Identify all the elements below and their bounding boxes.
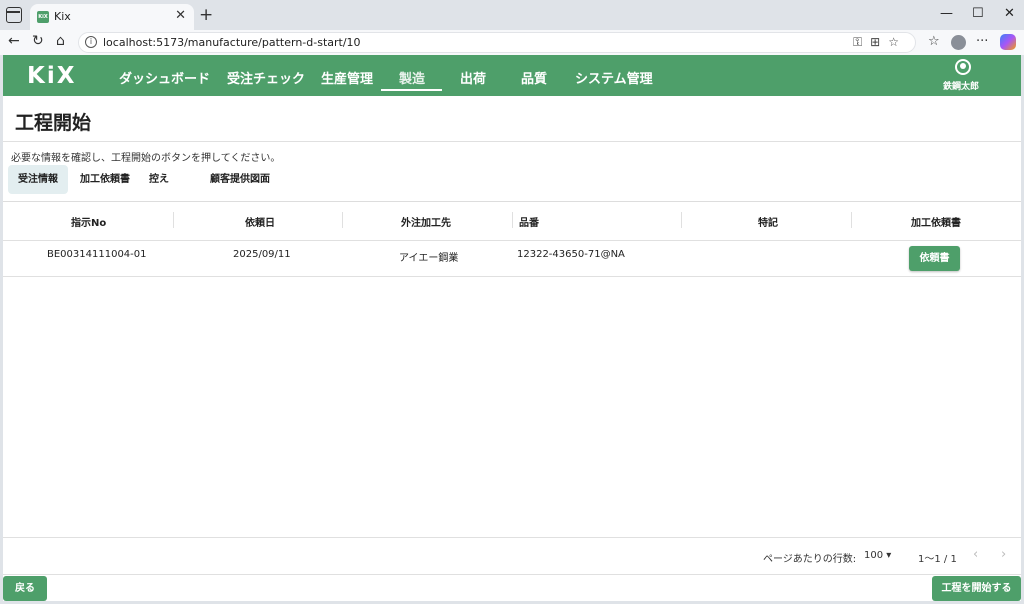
- column-separator: [512, 212, 513, 228]
- cell-part-no: 12322-43650-71@NA: [517, 249, 625, 260]
- column-header-note[interactable]: 特記: [758, 214, 778, 229]
- column-separator: [851, 212, 852, 228]
- browser-tabstrip: KiX Kix ✕ + — ☐ ✕: [0, 0, 1024, 30]
- tab-customer-drawings[interactable]: 顧客提供図面: [200, 165, 280, 194]
- minimize-icon[interactable]: —: [940, 6, 953, 21]
- tab-processing-request[interactable]: 加工依頼書: [70, 165, 140, 194]
- nav-dashboard[interactable]: ダッシュボード: [119, 68, 210, 87]
- rows-per-page-value: 100: [864, 550, 884, 561]
- row-divider: [3, 276, 1021, 277]
- app-window: KiX ダッシュボード 受注チェック 生産管理 製造 出荷 品質 システム管理 …: [3, 55, 1021, 601]
- header-divider: [3, 240, 1021, 241]
- column-header-vendor[interactable]: 外注加工先: [401, 214, 451, 229]
- column-separator: [342, 212, 343, 228]
- pagination: ページあたりの行数: 100 ▾ 1〜1 / 1 ‹ ›: [3, 537, 1021, 574]
- url-field[interactable]: i localhost:5173/manufacture/pattern-d-s…: [78, 32, 916, 53]
- page-title: 工程開始: [15, 112, 92, 134]
- tab-title: Kix: [54, 10, 71, 23]
- copilot-icon[interactable]: [1000, 34, 1016, 50]
- site-info-icon[interactable]: i: [85, 36, 97, 48]
- address-bar: ← ↻ ⌂ i localhost:5173/manufacture/patte…: [0, 30, 1024, 55]
- nav-production-management[interactable]: 生産管理: [321, 68, 373, 87]
- rows-per-page-select[interactable]: 100 ▾: [864, 550, 891, 561]
- back-arrow-icon[interactable]: ←: [8, 33, 20, 49]
- favorites-icon[interactable]: ☆: [928, 34, 940, 49]
- column-separator: [681, 212, 682, 228]
- user-account-icon[interactable]: [955, 59, 971, 75]
- browser-tab[interactable]: KiX Kix ✕: [30, 4, 194, 30]
- tab-actions-icon[interactable]: [6, 7, 22, 23]
- page-range: 1〜1 / 1: [918, 554, 957, 565]
- rows-per-page-label: ページあたりの行数:: [763, 554, 857, 565]
- tab-copy[interactable]: 控え: [139, 165, 179, 194]
- column-header-processing-request[interactable]: 加工依頼書: [911, 214, 961, 229]
- nav-manufacturing[interactable]: 製造: [399, 68, 425, 87]
- profile-avatar[interactable]: [951, 35, 966, 50]
- column-header-instruction-no[interactable]: 指示No: [71, 214, 106, 229]
- next-page-icon[interactable]: ›: [1001, 547, 1006, 562]
- nav-system-management[interactable]: システム管理: [575, 68, 653, 87]
- order-table: 指示No 依頼日 外注加工先 品番 特記 加工依頼書 BE00314111004…: [3, 201, 1021, 574]
- kix-logo[interactable]: KiX: [27, 63, 76, 89]
- title-divider: [3, 141, 1021, 142]
- kix-favicon-icon: KiX: [37, 11, 49, 23]
- nav-shipping[interactable]: 出荷: [460, 68, 486, 87]
- tab-close-icon[interactable]: ✕: [175, 8, 186, 23]
- cell-instruction-no: BE00314111004-01: [47, 249, 147, 260]
- column-header-part-no[interactable]: 品番: [519, 214, 539, 229]
- column-separator: [173, 212, 174, 228]
- nav-active-indicator: [381, 89, 442, 91]
- cell-request-date: 2025/09/11: [233, 249, 291, 260]
- nav-order-check[interactable]: 受注チェック: [227, 68, 305, 87]
- app-header: KiX ダッシュボード 受注チェック 生産管理 製造 出荷 品質 システム管理 …: [3, 55, 1021, 96]
- previous-page-icon[interactable]: ‹: [973, 547, 978, 562]
- home-icon[interactable]: ⌂: [56, 33, 65, 49]
- instruction-text: 必要な情報を確認し、工程開始のボタンを押してください。: [11, 153, 281, 164]
- url-text: localhost:5173/manufacture/pattern-d-sta…: [103, 36, 361, 49]
- cell-vendor: アイエー鋼業: [399, 253, 459, 264]
- tab-order-info[interactable]: 受注情報: [8, 165, 68, 194]
- request-document-button[interactable]: 依頼書: [909, 246, 960, 271]
- dropdown-arrow-icon: ▾: [886, 550, 892, 561]
- start-process-button[interactable]: 工程を開始する: [932, 576, 1021, 601]
- nav-quality[interactable]: 品質: [521, 68, 547, 87]
- footer-bar: 戻る 工程を開始する: [3, 574, 1021, 601]
- column-header-request-date[interactable]: 依頼日: [245, 214, 275, 229]
- more-menu-icon[interactable]: ···: [976, 34, 988, 49]
- maximize-icon[interactable]: ☐: [972, 6, 984, 21]
- user-name[interactable]: 鉄鋼太郎: [943, 79, 979, 92]
- reload-icon[interactable]: ↻: [32, 33, 44, 49]
- url-action-icons[interactable]: ⚿⊞☆: [853, 35, 907, 50]
- window-close-icon[interactable]: ✕: [1004, 6, 1015, 21]
- new-tab-icon[interactable]: +: [199, 5, 213, 25]
- back-button[interactable]: 戻る: [3, 576, 47, 601]
